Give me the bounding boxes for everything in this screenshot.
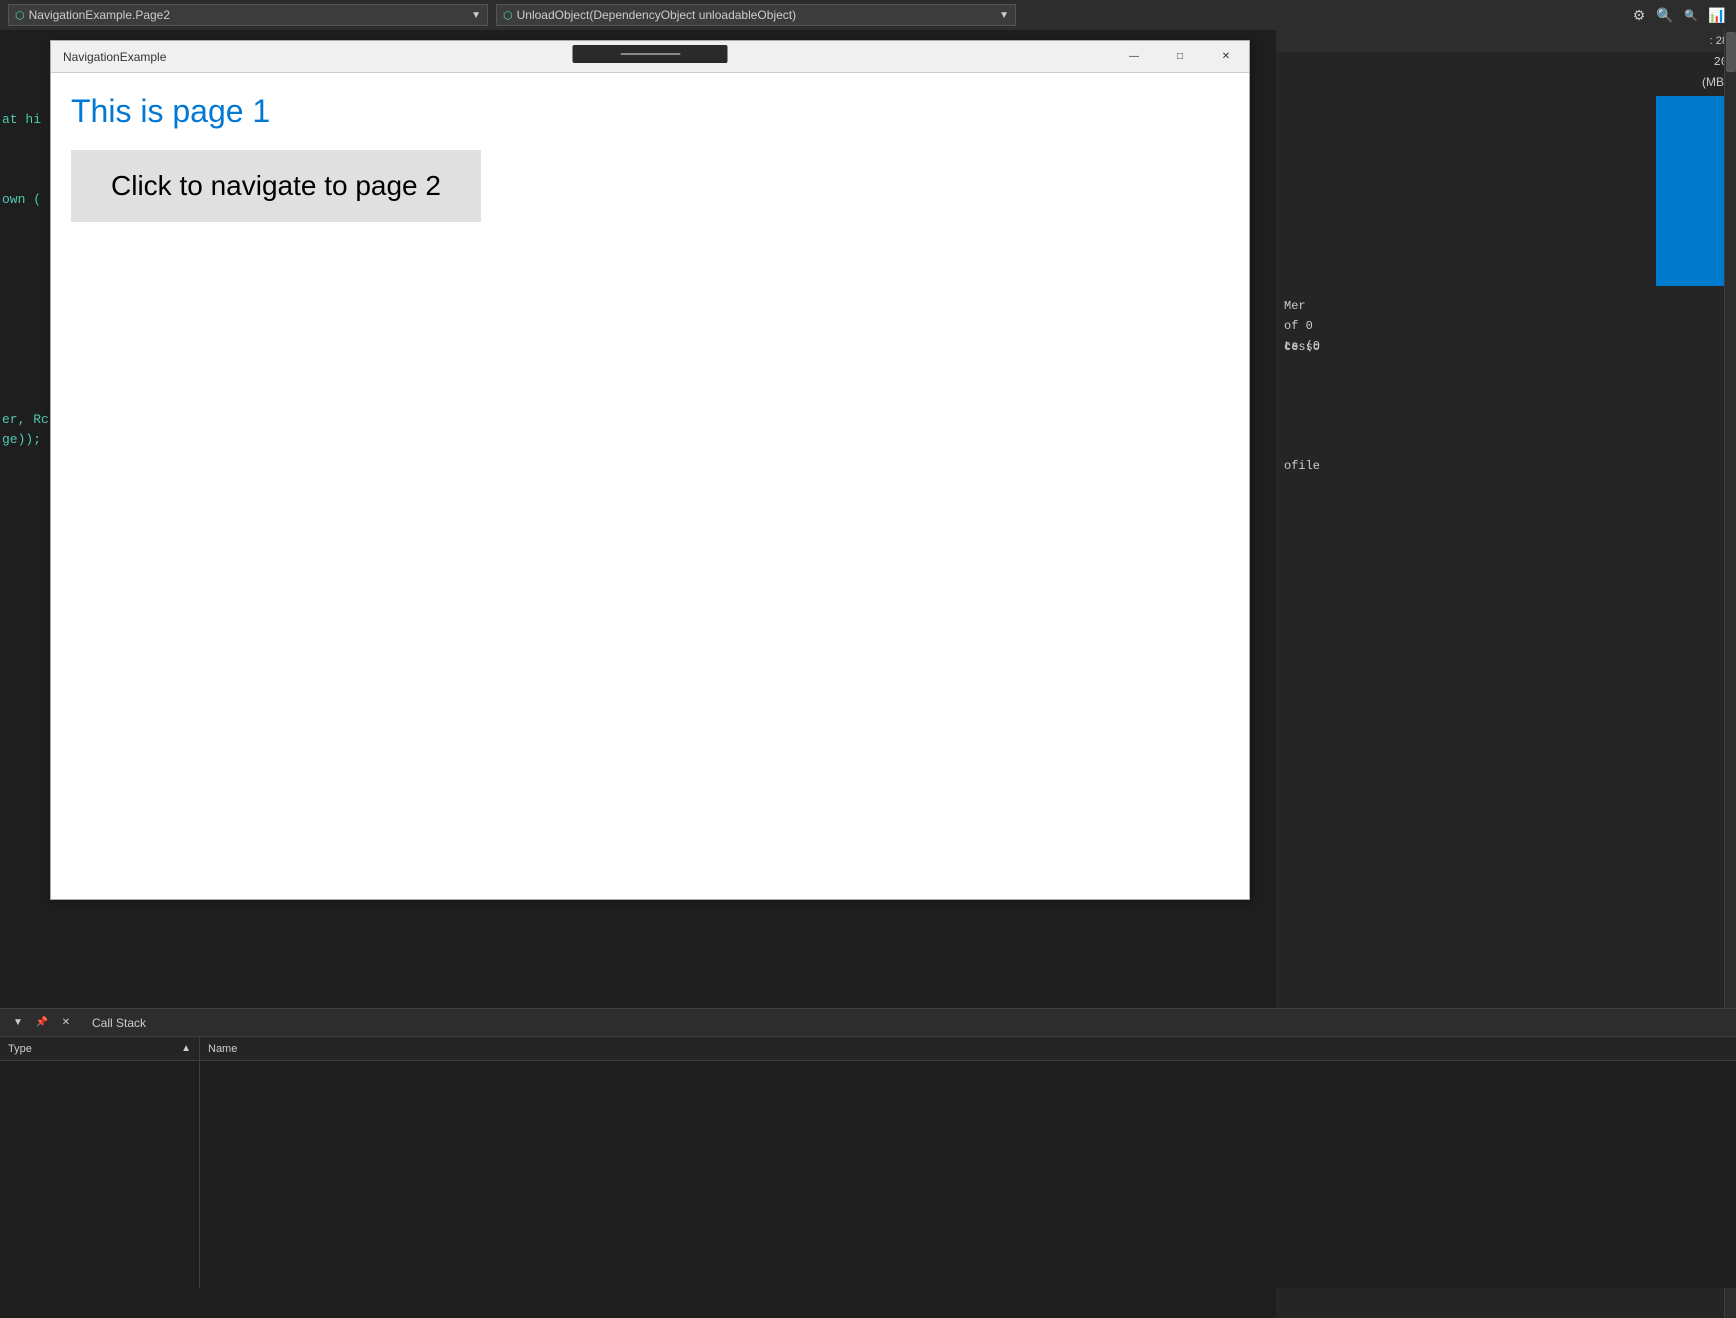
close-button[interactable]: ✕ [1203,41,1249,73]
bottom-panel-content: Type ▲ Name [0,1037,1736,1288]
minimize-icon: — [1129,51,1139,62]
pin-button[interactable]: 📌 [32,1013,52,1033]
maximize-button[interactable]: □ [1157,41,1203,73]
maximize-icon: □ [1177,51,1183,62]
left-dropdown-arrow: ▼ [471,10,481,21]
bottom-type-col: Type ▲ [0,1037,200,1288]
sort-arrow: ▲ [181,1043,191,1054]
call-stack-tab[interactable]: Call Stack [80,1009,158,1036]
right-mem-label: Mer [1276,296,1736,316]
app-content: This is page 1 Click to navigate to page… [51,73,1249,899]
right-header-row2: 20 [1276,52,1736,72]
gear-button[interactable]: ⚙ [1628,4,1650,26]
type-col-header: Type ▲ [0,1037,199,1061]
right-of-label: of 0 [1276,316,1736,336]
zoom-in-button[interactable]: 🔍 [1654,4,1676,26]
right-profile-label: ofile [1276,456,1736,476]
cesso-text: cesso [1284,340,1320,354]
left-code-line-2: own ( [0,190,50,210]
zoom-out-button[interactable]: 🔍 [1680,4,1702,26]
bottom-panel-toolbar: ▼ 📌 ✕ Call Stack [0,1009,1736,1037]
left-code-line-4: ge)); [0,430,50,450]
right-dropdown[interactable]: ⬡ UnloadObject(DependencyObject unloadab… [496,4,1016,26]
right-dropdown-text: UnloadObject(DependencyObject unloadable… [517,8,797,22]
right-mb-label: (MB) [1276,72,1736,92]
left-code-line-1: at hi [0,110,50,130]
right-dropdown-arrow: ▼ [999,10,1009,21]
close-icon: ✕ [1222,51,1230,62]
method-icon: ⬡ [503,9,513,22]
left-code-line-3: er, Rc [0,410,50,430]
app-title: NavigationExample [63,50,166,64]
bottom-name-col: Name [200,1037,1736,1288]
minimize-button[interactable]: — [1111,41,1157,73]
left-code-panel: at hi own ( er, Rc ge)); [0,30,50,900]
app-title-bar: NavigationExample — □ ✕ [51,41,1249,73]
left-dropdown[interactable]: ⬡ NavigationExample.Page2 ▼ [8,4,488,26]
app-window: NavigationExample — □ ✕ This is page 1 C… [50,40,1250,900]
page-title: This is page 1 [71,93,1229,130]
page-icon: ⬡ [15,9,25,22]
scroll-indicator [573,45,728,63]
name-col-header: Name [200,1037,1736,1061]
chart-button[interactable]: 📊 [1706,4,1728,26]
dropdown-arrow-button[interactable]: ▼ [8,1013,28,1033]
close-panel-button[interactable]: ✕ [56,1013,76,1033]
app-window-controls: — □ ✕ [1111,41,1249,72]
left-dropdown-text: NavigationExample.Page2 [29,8,170,22]
navigate-button[interactable]: Click to navigate to page 2 [71,150,481,222]
scroll-indicator-line [620,53,680,55]
right-ts-label: ts (0 [1276,336,1736,356]
ide-toolbar: ⬡ NavigationExample.Page2 ▼ ⬡ UnloadObje… [0,0,1736,30]
right-scrollbar[interactable] [1726,32,1736,72]
bottom-panel: ▼ 📌 ✕ Call Stack Type ▲ Name [0,1008,1736,1288]
right-header-row1: : 28 [1276,30,1736,52]
